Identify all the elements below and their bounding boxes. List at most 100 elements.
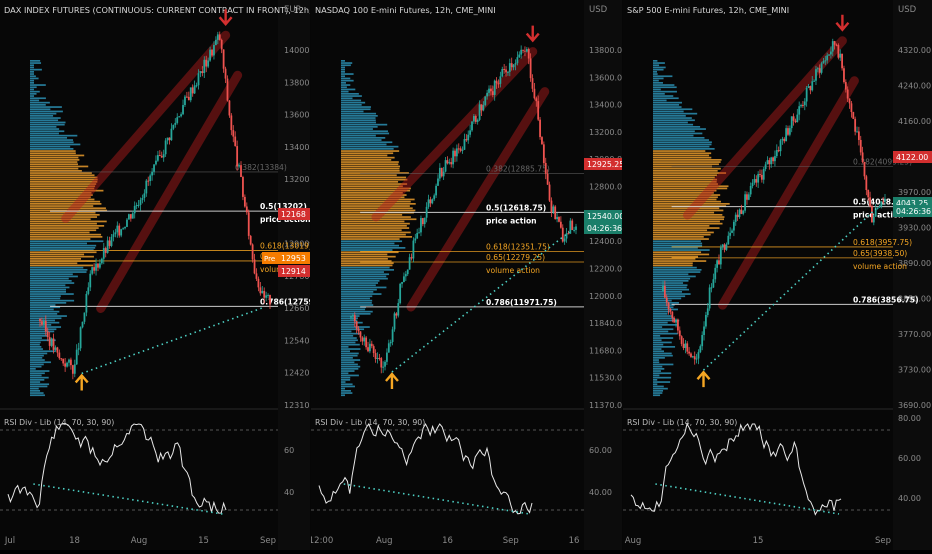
sp500-panel[interactable]: S&P 500 E-mini Futures, 12h, CME_MINI USD…	[623, 0, 932, 550]
volume-profile-bar	[341, 297, 370, 300]
candle-body	[197, 73, 200, 86]
volume-profile-bar	[30, 242, 88, 245]
candle-body	[149, 175, 152, 182]
volume-profile-bar	[30, 187, 95, 190]
volume-profile-bar	[653, 66, 666, 69]
candle-body	[442, 171, 445, 177]
candle-body	[802, 104, 804, 106]
volume-profile-bar	[653, 394, 661, 397]
candle-body	[520, 49, 523, 55]
volume-profile-bar	[30, 381, 41, 383]
volume-profile-bar	[653, 330, 669, 333]
volume-profile-bar	[653, 227, 720, 229]
candle-body	[365, 337, 368, 348]
volume-profile-bar	[30, 310, 60, 313]
volume-profile-bar	[341, 130, 388, 133]
volume-profile-bar	[30, 203, 102, 205]
volume-profile-bar	[30, 337, 42, 339]
currency-label: EUR	[284, 5, 302, 15]
volume-profile-bar	[653, 104, 680, 106]
candle-body	[525, 49, 528, 52]
date-tick-label: 12:00	[311, 536, 333, 546]
volume-profile-bar	[341, 167, 400, 170]
volume-profile-bar	[30, 359, 45, 361]
volume-profile-bar	[653, 123, 694, 126]
candle-body	[216, 34, 219, 40]
volume-profile-bar	[30, 244, 97, 247]
candle-body	[476, 119, 479, 122]
volume-profile-bar	[653, 60, 658, 62]
candle-body	[155, 160, 157, 165]
volume-profile-bar	[30, 266, 84, 269]
dax-chart[interactable]: DAX INDEX FUTURES (CONTINUOUS: CURRENT C…	[0, 0, 342, 550]
volume-profile-bar	[30, 282, 75, 284]
price-tick-label: 4160.00	[898, 117, 931, 126]
volume-profile-bar	[30, 251, 97, 254]
candle-body	[531, 78, 534, 89]
volume-profile-bar	[30, 108, 51, 111]
sp500-chart[interactable]: S&P 500 E-mini Futures, 12h, CME_MINI USD…	[623, 0, 932, 550]
candle-body	[112, 234, 115, 237]
candle-body	[790, 116, 793, 129]
candle-body	[452, 150, 455, 165]
candle-body	[852, 112, 855, 119]
candle-body	[60, 358, 63, 360]
candle-body	[818, 68, 821, 73]
volume-profile-bar	[341, 139, 382, 141]
candle-body	[708, 287, 711, 309]
volume-action-annotation: volume action	[486, 266, 540, 275]
volume-profile-bar	[653, 264, 693, 267]
volume-profile-bar	[653, 148, 715, 150]
price-tick-label: 3770.00	[898, 330, 931, 339]
candle-body	[56, 347, 59, 353]
candle-body	[495, 80, 498, 84]
volume-profile-bar	[341, 295, 373, 298]
candle-body	[559, 221, 562, 228]
volume-profile-bar	[30, 88, 34, 91]
nasdaq-chart[interactable]: NASDAQ 100 E-mini Futures, 12h, CME_MINI…	[309, 0, 627, 550]
volume-profile-bar	[341, 117, 376, 119]
volume-profile-bar	[341, 363, 358, 366]
volume-profile-bar	[653, 73, 658, 75]
nasdaq-panel[interactable]: NASDAQ 100 E-mini Futures, 12h, CME_MINI…	[309, 0, 627, 550]
volume-profile-bar	[341, 143, 387, 146]
volume-profile-bar	[30, 104, 46, 106]
candle-body	[461, 149, 464, 151]
candle-body	[205, 59, 208, 67]
candle-body	[548, 184, 551, 201]
candle-body	[480, 104, 483, 111]
candle-body	[680, 336, 683, 344]
volume-profile-bar	[341, 141, 393, 144]
price-tag-label: 04:26:36	[587, 224, 622, 233]
price-axis	[584, 0, 622, 550]
volume-profile-bar	[653, 374, 660, 377]
candle-body	[766, 160, 769, 165]
candle-body	[463, 139, 466, 150]
volume-profile-bar	[653, 339, 662, 342]
candle-body	[703, 326, 705, 335]
candle-body	[147, 180, 150, 182]
candle-body	[182, 105, 184, 115]
volume-profile-bar	[341, 372, 349, 375]
candle-body	[412, 240, 415, 259]
volume-profile-bar	[653, 141, 712, 144]
fib-level-label: 0.65(3938.50)	[853, 249, 907, 258]
candle-body	[187, 96, 190, 101]
candle-body	[826, 55, 829, 61]
currency-label: USD	[898, 5, 917, 15]
candle-body	[857, 131, 860, 140]
candle-body	[558, 217, 560, 222]
volume-profile-bar	[653, 260, 707, 262]
dax-panel[interactable]: DAX INDEX FUTURES (CONTINUOUS: CURRENT C…	[0, 0, 342, 550]
candle-body	[755, 179, 758, 183]
candle-body	[478, 104, 481, 120]
volume-profile-bar	[341, 343, 360, 346]
volume-profile-bar	[30, 346, 42, 348]
fib-level-label: 0.618(3957.75)	[853, 238, 912, 247]
candle-body	[673, 318, 676, 323]
volume-profile-bar	[653, 229, 708, 232]
candle-body	[809, 86, 812, 91]
candle-body	[71, 365, 74, 374]
candle-body	[527, 49, 530, 59]
candle-body	[454, 150, 456, 157]
